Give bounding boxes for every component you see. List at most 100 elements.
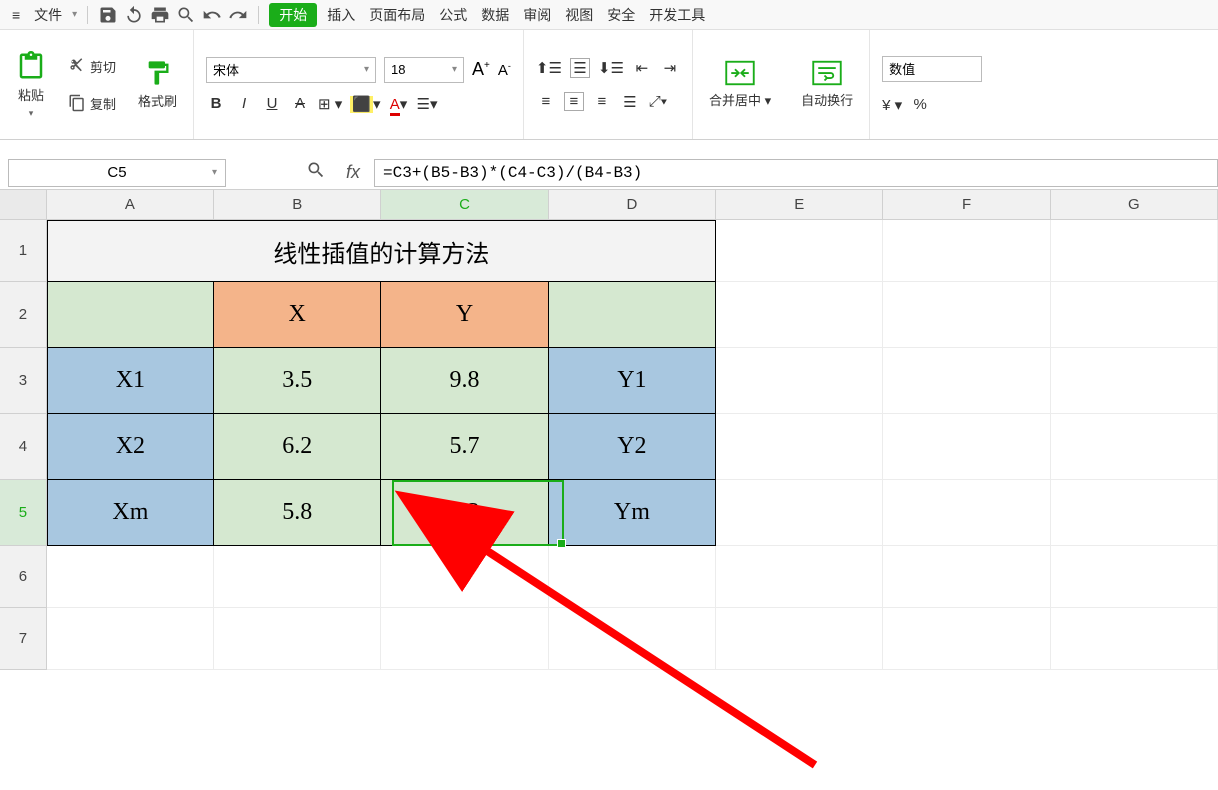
col-header-c[interactable]: C xyxy=(381,190,548,219)
row-header-7[interactable]: 7 xyxy=(0,608,47,670)
name-box[interactable]: C5 xyxy=(8,159,226,187)
chevron-down-icon[interactable]: ▾ xyxy=(72,9,77,20)
select-all-corner[interactable] xyxy=(0,190,47,219)
tab-developer[interactable]: 开发工具 xyxy=(645,3,709,27)
decrease-indent-icon[interactable]: ⇤ xyxy=(632,59,652,77)
cell-f6[interactable] xyxy=(883,546,1050,608)
align-center-icon[interactable]: ≡ xyxy=(564,92,584,111)
number-format-select[interactable]: 数值 xyxy=(882,56,982,82)
undo-icon[interactable] xyxy=(124,5,144,25)
tab-insert[interactable]: 插入 xyxy=(323,3,359,27)
cut-button[interactable]: 剪切 xyxy=(64,55,120,78)
cell-b4[interactable]: 6.2 xyxy=(214,414,381,480)
strikethrough-button[interactable]: A xyxy=(290,95,310,112)
cell-f7[interactable] xyxy=(883,608,1050,670)
border-button[interactable]: ⊞ ▾ xyxy=(318,95,342,113)
cell-c6[interactable] xyxy=(381,546,548,608)
decrease-font-icon[interactable]: A- xyxy=(498,61,511,79)
cell-a6[interactable] xyxy=(47,546,214,608)
cell-f3[interactable] xyxy=(883,348,1050,414)
formula-input[interactable] xyxy=(374,159,1218,187)
merge-center-button[interactable]: 合并居中 ▾ xyxy=(705,56,775,113)
percent-icon[interactable]: % xyxy=(910,96,930,113)
cell-c7[interactable] xyxy=(381,608,548,670)
col-header-g[interactable]: G xyxy=(1051,190,1218,219)
tab-security[interactable]: 安全 xyxy=(603,3,639,27)
fill-color-button[interactable]: ⬛▾ xyxy=(350,95,380,113)
row-header-6[interactable]: 6 xyxy=(0,546,47,608)
cell-d3[interactable]: Y1 xyxy=(549,348,716,414)
zoom-icon[interactable] xyxy=(306,160,326,185)
align-top-icon[interactable]: ⬆☰ xyxy=(536,59,562,77)
cell-d6[interactable] xyxy=(549,546,716,608)
print-icon[interactable] xyxy=(150,5,170,25)
tab-review[interactable]: 审阅 xyxy=(519,3,555,27)
cell-d7[interactable] xyxy=(549,608,716,670)
cell-b2[interactable]: X xyxy=(214,282,381,348)
row-header-4[interactable]: 4 xyxy=(0,414,47,480)
cell-b7[interactable] xyxy=(214,608,381,670)
cell-e5[interactable] xyxy=(716,480,883,546)
cell-a7[interactable] xyxy=(47,608,214,670)
align-bottom-icon[interactable]: ⬇☰ xyxy=(598,59,624,77)
increase-font-icon[interactable]: A+ xyxy=(472,59,490,80)
increase-indent-icon[interactable]: ⇥ xyxy=(660,59,680,77)
cell-g7[interactable] xyxy=(1051,608,1218,670)
format-painter-button[interactable]: 格式刷 xyxy=(134,55,181,114)
cell-e2[interactable] xyxy=(716,282,883,348)
align-right-icon[interactable]: ≡ xyxy=(592,93,612,110)
tab-page-layout[interactable]: 页面布局 xyxy=(365,3,429,27)
col-header-a[interactable]: A xyxy=(47,190,214,219)
cell-g5[interactable] xyxy=(1051,480,1218,546)
underline-button[interactable]: U xyxy=(262,95,282,112)
row-header-2[interactable]: 2 xyxy=(0,282,47,348)
align-left-icon[interactable]: ≡ xyxy=(536,93,556,110)
cell-d5[interactable]: Ym xyxy=(549,480,716,546)
menu-hamburger-icon[interactable]: ≡ xyxy=(8,5,24,25)
cell-c2[interactable]: Y xyxy=(381,282,548,348)
col-header-b[interactable]: B xyxy=(214,190,381,219)
undo2-icon[interactable] xyxy=(202,5,222,25)
cell-g6[interactable] xyxy=(1051,546,1218,608)
tab-view[interactable]: 视图 xyxy=(561,3,597,27)
cell-g1[interactable] xyxy=(1051,220,1218,282)
fx-icon[interactable]: fx xyxy=(346,162,360,183)
cell-a4[interactable]: X2 xyxy=(47,414,214,480)
redo-icon[interactable] xyxy=(228,5,248,25)
cell-a2[interactable] xyxy=(47,282,214,348)
cell-e7[interactable] xyxy=(716,608,883,670)
cell-d4[interactable]: Y2 xyxy=(549,414,716,480)
cell-d2[interactable] xyxy=(549,282,716,348)
cell-g3[interactable] xyxy=(1051,348,1218,414)
font-size-select[interactable]: 18▾ xyxy=(384,57,464,83)
cell-c5[interactable]: 6.3 xyxy=(381,480,548,546)
row-header-5[interactable]: 5 xyxy=(0,480,47,546)
cell-f5[interactable] xyxy=(883,480,1050,546)
bold-button[interactable]: B xyxy=(206,95,226,112)
row-header-3[interactable]: 3 xyxy=(0,348,47,414)
cell-c4[interactable]: 5.7 xyxy=(381,414,548,480)
cell-e4[interactable] xyxy=(716,414,883,480)
col-header-f[interactable]: F xyxy=(883,190,1050,219)
align-middle-icon[interactable]: ☰ xyxy=(570,58,590,78)
cell-a1-merged[interactable]: 线性插值的计算方法 xyxy=(47,220,716,282)
phonetic-button[interactable]: ☰▾ xyxy=(417,95,438,113)
row-header-1[interactable]: 1 xyxy=(0,220,47,282)
currency-icon[interactable]: ¥ ▾ xyxy=(882,96,902,114)
save-icon[interactable] xyxy=(98,5,118,25)
cell-b5[interactable]: 5.8 xyxy=(214,480,381,546)
cell-f4[interactable] xyxy=(883,414,1050,480)
cell-e6[interactable] xyxy=(716,546,883,608)
cell-f1[interactable] xyxy=(883,220,1050,282)
menu-file[interactable]: 文件 xyxy=(30,3,66,27)
cell-e3[interactable] xyxy=(716,348,883,414)
cell-b6[interactable] xyxy=(214,546,381,608)
italic-button[interactable]: I xyxy=(234,95,254,112)
orientation-icon[interactable]: ⤢▾ xyxy=(648,93,668,110)
cell-a5[interactable]: Xm xyxy=(47,480,214,546)
cell-f2[interactable] xyxy=(883,282,1050,348)
paste-button[interactable]: 粘贴 ▾ xyxy=(12,47,50,123)
col-header-d[interactable]: D xyxy=(549,190,716,219)
tab-formula[interactable]: 公式 xyxy=(435,3,471,27)
cell-g4[interactable] xyxy=(1051,414,1218,480)
